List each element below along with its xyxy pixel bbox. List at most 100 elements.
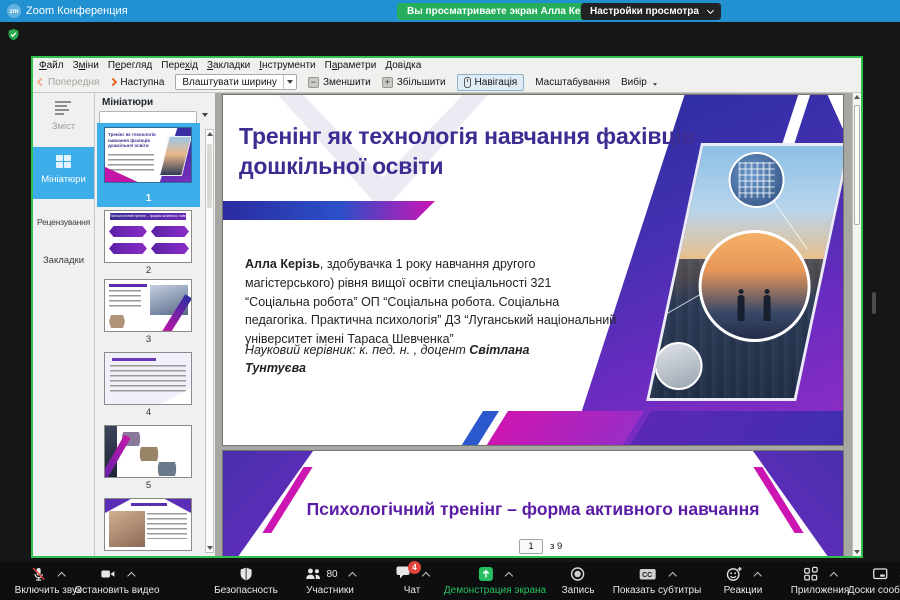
page-number-box[interactable]: 1 (519, 539, 543, 554)
photo-circle-handshake (699, 230, 811, 342)
dropdown-arrow-icon (653, 83, 657, 86)
menu-tools[interactable]: Інструменти (259, 60, 315, 71)
chevron-right-icon (109, 78, 117, 86)
menu-edit[interactable]: Зміни (73, 60, 99, 71)
scrollbar-handle[interactable] (207, 144, 212, 208)
title-underline-bar (223, 201, 435, 220)
zoom-tool-button[interactable]: Масштабування (535, 77, 610, 88)
chevron-up-icon[interactable] (127, 571, 135, 579)
chevron-up-icon[interactable] (348, 571, 356, 579)
previous-page-button[interactable]: Попередня (38, 77, 99, 88)
meeting-title: Zoom Конференция (26, 0, 128, 22)
chevron-up-icon[interactable] (422, 571, 430, 579)
shared-screen-window: Файл Зміни Перегляд Перехід Закладки Інс… (31, 56, 863, 558)
thumbnail-1-image: Тренінг як технологія навчання фахівців … (104, 127, 192, 183)
menu-help[interactable]: Довідка (385, 60, 421, 71)
chevron-down-icon (707, 6, 714, 13)
record-icon (570, 566, 586, 582)
advisor-text: Науковий керівник: к. пед. н. , доцент С… (245, 341, 590, 377)
menu-file[interactable]: Файл (39, 60, 64, 71)
decor-stripe-magenta (471, 411, 644, 445)
unmute-button[interactable]: Включить звук (15, 565, 82, 596)
chevron-up-icon[interactable] (830, 571, 838, 579)
author-name: Алла Керізь (245, 257, 320, 271)
document-view[interactable]: Тренінг як технологія навчання фахівців … (215, 93, 861, 556)
participants-icon (304, 566, 322, 582)
captions-button[interactable]: CC Показать субтитры (613, 565, 702, 596)
reactions-button[interactable]: Реакции (724, 565, 763, 596)
chevron-up-icon[interactable] (753, 571, 761, 579)
shield-icon (238, 566, 254, 582)
chat-unread-badge: 4 (408, 561, 421, 574)
record-button[interactable]: Запись (562, 565, 595, 596)
chevron-up-icon[interactable] (669, 571, 677, 579)
tab-thumbnails[interactable]: Мініатюри (33, 147, 94, 199)
scroll-up-icon[interactable] (207, 132, 213, 136)
security-button[interactable]: Безопасность (214, 565, 278, 596)
thumbnail-5[interactable] (104, 425, 192, 478)
selection-tool-button[interactable]: Вибір (621, 77, 657, 88)
participants-count: 80 (326, 569, 337, 580)
participants-button[interactable]: 80 Участники (304, 565, 355, 596)
thumbnail-6[interactable] (104, 498, 192, 551)
zoom-in-icon: + (382, 77, 393, 88)
tab-bookmarks[interactable]: Закладки (33, 255, 94, 266)
scroll-up-icon[interactable] (854, 95, 860, 99)
whiteboard-icon (872, 566, 889, 582)
thumbnail-2[interactable]: Психологічний тренінг – форма активного … (104, 210, 192, 263)
tab-contents[interactable]: Зміст (33, 97, 94, 145)
slide-body-text: Алла Керізь, здобувачка 1 року навчання … (245, 255, 617, 349)
thumbnail-1-selected[interactable]: Тренінг як технологія навчання фахівців … (97, 123, 200, 207)
share-screen-button[interactable]: Демонстрация экрана (444, 565, 546, 596)
thumbnail-number: 5 (97, 480, 200, 491)
chevron-up-icon[interactable] (505, 571, 513, 579)
navigation-tool-button[interactable]: Навігація (457, 74, 525, 91)
tab-reviews[interactable]: Рецензування (33, 217, 94, 227)
slide2-title: Психологічний тренінг – форма активного … (223, 499, 843, 520)
thumbnail-number: 1 (97, 193, 200, 204)
thumbnail-3[interactable] (104, 279, 192, 332)
menu-settings[interactable]: Параметри (325, 60, 377, 71)
chevron-left-icon (37, 78, 45, 86)
thumbnail-4[interactable] (104, 352, 192, 405)
slide-1: Тренінг як технологія навчання фахівців … (223, 95, 843, 445)
chevron-up-icon[interactable] (58, 571, 66, 579)
cc-icon: CC (638, 566, 658, 582)
zoom-in-button[interactable]: + Збільшити (382, 77, 446, 88)
zoom-mode-dropdown[interactable]: Влаштувати ширину (175, 74, 297, 90)
panel-title: Мініатюри (102, 97, 153, 108)
whiteboards-button[interactable]: Доски сообщений (848, 565, 900, 596)
thumbnails-panel: Мініатюри Тренінг як технологія навчання… (95, 93, 215, 556)
next-page-button[interactable]: Наступна (110, 77, 164, 88)
share-screen-icon (478, 566, 494, 582)
menu-bar: Файл Зміни Перегляд Перехід Закладки Інс… (33, 58, 861, 72)
viewing-screen-banner: Вы просматриваете экран Алла Керізь (397, 3, 610, 20)
document-scrollbar[interactable] (852, 93, 861, 556)
scroll-down-icon[interactable] (854, 550, 860, 554)
panel-drag-handle[interactable] (872, 292, 876, 314)
mouse-icon (464, 77, 471, 88)
chat-button[interactable]: 4 Чат (395, 565, 429, 596)
menu-go[interactable]: Перехід (161, 60, 198, 71)
stop-video-button[interactable]: Остановить видео (74, 565, 159, 596)
zoom-bottom-toolbar: Включить звук Остановить видео Безопасно… (0, 562, 900, 600)
thumbnails-scrollbar[interactable] (205, 129, 214, 553)
apps-button[interactable]: Приложения (791, 565, 850, 596)
apps-icon (803, 566, 819, 582)
encryption-shield-icon (7, 28, 20, 46)
microphone-muted-icon (31, 566, 47, 582)
scroll-down-icon[interactable] (207, 546, 213, 550)
menu-bookmarks[interactable]: Закладки (207, 60, 250, 71)
photo-circle-tech (729, 152, 785, 208)
page-count-label: з 9 (550, 541, 562, 552)
slide-title: Тренінг як технологія навчання фахівців … (239, 121, 714, 182)
scrollbar-handle[interactable] (854, 105, 860, 225)
dropdown-arrow-icon[interactable] (283, 75, 296, 89)
thumbnail-number: 4 (97, 407, 200, 418)
svg-text:CC: CC (642, 572, 652, 579)
view-settings-button[interactable]: Настройки просмотра (581, 3, 721, 20)
thumbnails-icon (56, 155, 71, 168)
zoom-top-bar: zm Zoom Конференция Вы просматриваете эк… (0, 0, 900, 22)
zoom-out-button[interactable]: − Зменшити (308, 77, 371, 88)
menu-view[interactable]: Перегляд (108, 60, 152, 71)
